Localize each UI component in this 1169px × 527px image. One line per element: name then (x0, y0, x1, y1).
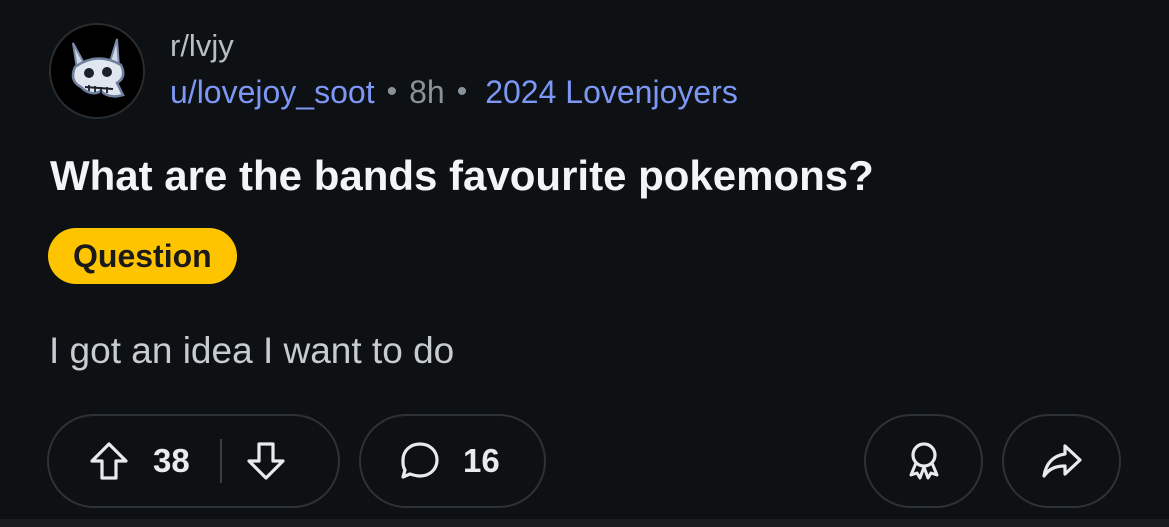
comments-button[interactable]: 16 (359, 414, 546, 508)
share-arrow-icon (1039, 438, 1085, 484)
subreddit-name[interactable]: r/lvjy (170, 28, 234, 64)
comment-count: 16 (463, 442, 500, 479)
post-age: 8h (409, 74, 445, 110)
award-button[interactable] (864, 414, 983, 508)
subreddit-avatar[interactable] (49, 23, 145, 119)
award-ribbon-icon (901, 438, 947, 484)
vote-divider (219, 439, 222, 483)
arrow-up-icon (90, 442, 128, 480)
bottom-divider (0, 519, 1169, 527)
author-username[interactable]: u/lovejoy_soot (170, 73, 375, 111)
upvote-button[interactable] (87, 439, 131, 483)
downvote-button[interactable] (244, 439, 288, 483)
meta-separator: • (386, 75, 398, 108)
user-flair: 2024 Lovenjoyers (485, 74, 738, 110)
post-card[interactable]: r/lvjy u/lovejoy_soot • 8h • 2024 Lovenj… (0, 0, 1169, 519)
fox-skull-avatar-icon (51, 25, 143, 117)
vote-control: 38 (47, 414, 340, 508)
vote-count: 38 (153, 442, 190, 479)
meta-separator: • (456, 75, 468, 108)
post-meta: u/lovejoy_soot • 8h • 2024 Lovenjoyers (170, 73, 738, 111)
share-button[interactable] (1002, 414, 1121, 508)
arrow-down-icon (247, 442, 285, 480)
post-flair-badge[interactable]: Question (48, 228, 237, 284)
speech-bubble-icon (397, 438, 443, 484)
post-body: I got an idea I want to do (49, 330, 455, 371)
post-title[interactable]: What are the bands favourite pokemons? (50, 150, 874, 202)
